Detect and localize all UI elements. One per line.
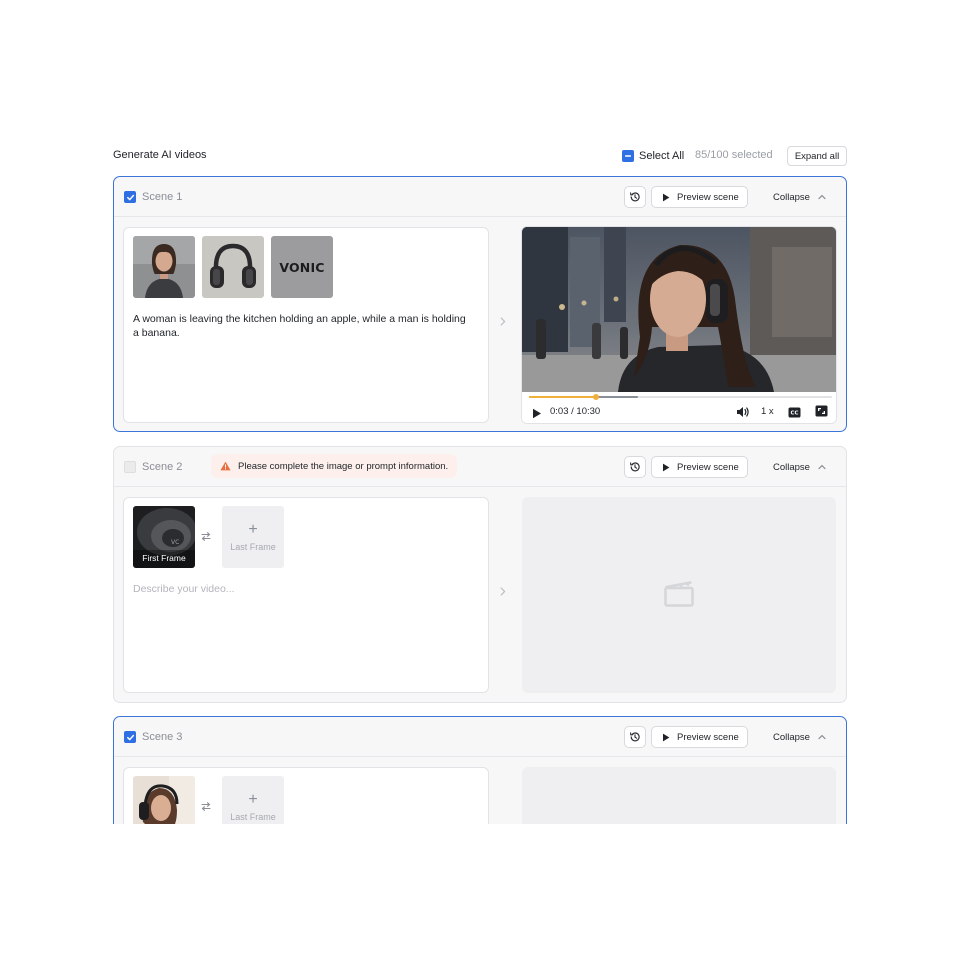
vonic-logo: VONIC [279, 259, 325, 275]
play-icon [663, 733, 670, 741]
seek-bar[interactable] [529, 394, 832, 400]
closed-captions-icon: CC [788, 407, 801, 418]
scene-checkbox-checked-icon[interactable] [124, 191, 136, 203]
scene-card-1: Scene 1 Preview scene Collapse VONIC A w… [113, 176, 847, 432]
swap-icon [201, 802, 211, 811]
prompt-text[interactable]: A woman is leaving the kitchen holding a… [133, 312, 473, 340]
video-controls: 0:03 / 10:30 1 x CC [522, 392, 836, 423]
history-button[interactable] [624, 726, 646, 748]
add-last-frame-button[interactable]: + Last Frame [222, 776, 284, 824]
generate-videos-panel: Generate AI videos Select All 85/100 sel… [113, 140, 847, 824]
reference-images: VONIC [133, 236, 333, 298]
select-all-label: Select All [639, 150, 685, 162]
add-last-frame-button[interactable]: + Last Frame [222, 506, 284, 568]
svg-text:VC: VC [171, 539, 179, 546]
scene-card-3: Scene 3 Preview scene Collapse + Last Fr… [113, 716, 847, 824]
history-button[interactable] [624, 186, 646, 208]
progress-bar [529, 396, 596, 398]
preview-scene-button[interactable]: Preview scene [651, 456, 748, 478]
collapse-button[interactable]: Collapse [773, 726, 826, 748]
captions-button[interactable]: CC [788, 405, 801, 423]
clapperboard-icon [664, 581, 694, 607]
scene-checkbox-checked-icon[interactable] [124, 731, 136, 743]
selected-count: 85/100 selected [695, 149, 773, 161]
last-frame-label: Last Frame [230, 542, 276, 552]
scene-card-2: Scene 2 Please complete the image or pro… [113, 446, 847, 703]
collapse-label: Collapse [773, 461, 810, 473]
first-frame-thumbnail[interactable] [133, 776, 195, 824]
collapse-button[interactable]: Collapse [773, 186, 826, 208]
vonic-logo-thumbnail[interactable]: VONIC [271, 236, 333, 298]
video-player[interactable]: 0:03 / 10:30 1 x CC [521, 226, 837, 424]
warning-text: Please complete the image or prompt info… [238, 460, 449, 472]
prompt-editor[interactable]: + Last Frame [123, 767, 489, 824]
preview-scene-label: Preview scene [677, 461, 739, 473]
select-all-toggle[interactable]: Select All [622, 146, 684, 166]
chevron-up-icon [818, 464, 826, 470]
history-icon [630, 732, 640, 742]
swap-icon [201, 532, 211, 541]
validation-warning: Please complete the image or prompt info… [211, 454, 458, 478]
fullscreen-icon [815, 405, 828, 417]
headphones-product-thumbnail[interactable] [202, 236, 264, 298]
first-frame-thumbnail[interactable]: VC First Frame [133, 506, 195, 568]
chevron-right-icon [500, 315, 506, 329]
warning-icon [220, 461, 231, 471]
video-placeholder [522, 497, 836, 693]
history-button[interactable] [624, 456, 646, 478]
history-icon [630, 462, 640, 472]
video-preview-image [522, 227, 836, 392]
collapse-button[interactable]: Collapse [773, 456, 826, 478]
scene-header: Scene 1 Preview scene Collapse [114, 177, 846, 217]
woman-portrait-thumbnail[interactable] [133, 236, 195, 298]
preview-scene-label: Preview scene [677, 731, 739, 743]
collapse-label: Collapse [773, 191, 810, 203]
first-frame-label: First Frame [142, 553, 186, 563]
prompt-input[interactable]: Describe your video... [133, 582, 473, 596]
playback-speed-button[interactable]: 1 x [761, 406, 774, 417]
volume-icon [737, 407, 749, 417]
chevron-up-icon [818, 194, 826, 200]
scene-title: Scene 1 [142, 191, 183, 203]
swap-frames-button[interactable] [201, 528, 211, 546]
scene-checkbox-unchecked-icon[interactable] [124, 461, 136, 473]
plus-icon: + [248, 521, 258, 538]
scene-header: Scene 2 Please complete the image or pro… [114, 447, 846, 487]
svg-text:CC: CC [791, 411, 799, 417]
preview-scene-button[interactable]: Preview scene [651, 186, 748, 208]
select-all-checkbox-indeterminate-icon[interactable] [622, 150, 634, 162]
chevron-right-icon [500, 585, 506, 599]
seek-handle[interactable] [592, 394, 599, 400]
page-title: Generate AI videos [113, 149, 207, 161]
plus-icon: + [248, 791, 258, 808]
scene-title: Scene 2 [142, 461, 183, 473]
play-icon [663, 463, 670, 471]
video-placeholder [522, 767, 836, 824]
scene-header: Scene 3 Preview scene Collapse [114, 717, 846, 757]
scene-title: Scene 3 [142, 731, 183, 743]
collapse-label: Collapse [773, 731, 810, 743]
history-icon [630, 192, 640, 202]
swap-frames-button[interactable] [201, 798, 211, 816]
preview-scene-button[interactable]: Preview scene [651, 726, 748, 748]
prompt-editor[interactable]: VC First Frame + Last Frame Describe you… [123, 497, 489, 693]
play-button[interactable] [532, 406, 542, 423]
play-icon [533, 408, 541, 419]
video-time: 0:03 / 10:30 [550, 406, 601, 417]
play-icon [663, 193, 670, 201]
prompt-editor[interactable]: VONIC A woman is leaving the kitchen hol… [123, 227, 489, 423]
expand-all-button[interactable]: Expand all [787, 146, 847, 166]
volume-button[interactable] [736, 405, 750, 423]
fullscreen-button[interactable] [815, 404, 828, 422]
chevron-up-icon [818, 734, 826, 740]
preview-scene-label: Preview scene [677, 191, 739, 203]
last-frame-label: Last Frame [230, 812, 276, 822]
toolbar: Generate AI videos Select All 85/100 sel… [113, 146, 847, 166]
